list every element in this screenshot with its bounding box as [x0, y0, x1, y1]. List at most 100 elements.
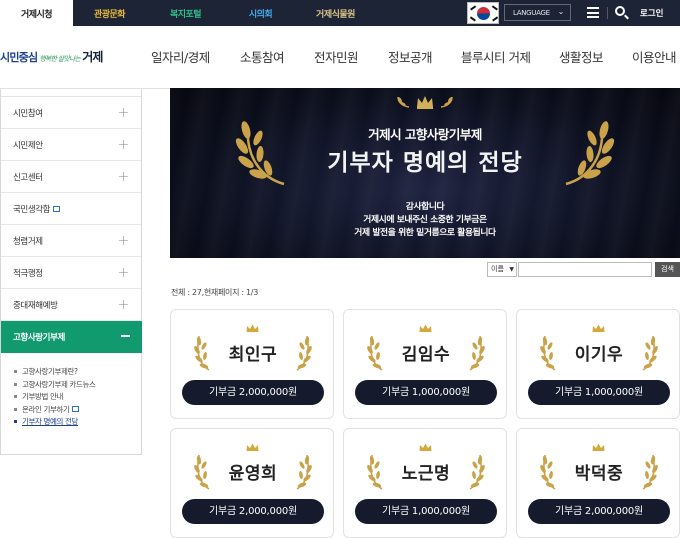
logo-text: 시민중심	[0, 51, 38, 64]
bullet-icon	[14, 407, 17, 411]
plus-icon: +	[117, 233, 130, 249]
donation-amount: 기부금 1,000,000원	[528, 380, 670, 405]
gnb-info-disclosure[interactable]: 정보공개	[388, 47, 433, 66]
tab-city-council[interactable]: 시의회	[224, 0, 297, 26]
language-label: LANGUAGE	[513, 8, 550, 17]
sidebar-item-civic-participation[interactable]: 시민참여 +	[1, 97, 141, 129]
sidebar-nav: 시민참여 + 시민제안 + 신고센터 + 국민생각함 청렴거제 + 적극행정 +…	[0, 89, 142, 455]
gnb-jobs-economy[interactable]: 일자리/경제	[151, 47, 210, 66]
top-utility-bar: 거제시청 관광문화 복지포털 시의회 거제식물원 LANGUAGE ⌄ 로그인	[0, 0, 680, 26]
gnb-user-guide[interactable]: 이용안내	[632, 47, 677, 66]
gnb-living-info[interactable]: 생활정보	[559, 47, 604, 66]
mini-laurel-right-icon	[440, 96, 453, 108]
donation-amount: 기부금 2,000,000원	[182, 380, 324, 405]
bullet-icon	[14, 420, 17, 423]
sidebar-item-label: 청렴거제	[13, 236, 43, 247]
sidebar-item-label: 시민제안	[13, 140, 43, 151]
tab-city-hall[interactable]: 거제시청	[0, 0, 73, 26]
tab-tourism-culture[interactable]: 관광문화	[73, 0, 146, 26]
sidebar-item-hometown-donation[interactable]: 고향사랑기부제	[1, 321, 142, 353]
donor-card: 최인구 기부금 2,000,000원	[170, 309, 334, 419]
donor-card: 윤영희 기부금 2,000,000원	[170, 428, 334, 538]
sub-item-label: 기부자 명예의 전당	[22, 417, 78, 426]
plus-icon: +	[117, 169, 130, 185]
external-link-icon	[72, 405, 80, 412]
korean-flag-icon[interactable]	[467, 2, 499, 24]
bullet-icon	[14, 370, 17, 373]
crown-icon	[246, 324, 259, 332]
sub-item-online-donation[interactable]: 온라인 기부하기	[14, 404, 95, 417]
sidebar-item-citizen-proposal[interactable]: 시민제안 +	[1, 129, 141, 161]
crown-icon	[246, 443, 259, 451]
crown-icon	[419, 324, 432, 332]
sidebar-item-integrity[interactable]: 청렴거제 +	[1, 225, 141, 257]
sidebar-item-label: 적극행정	[13, 268, 43, 279]
crown-icon	[592, 443, 605, 451]
gnb-blue-city[interactable]: 블루시티 거제	[461, 47, 531, 66]
search-button[interactable]: 검색	[655, 262, 680, 277]
gnb-participation[interactable]: 소통참여	[240, 47, 285, 66]
sidebar-item-label: 시민참여	[13, 108, 43, 119]
donor-card: 이기우 기부금 1,000,000원	[516, 309, 680, 419]
chevron-down-icon: ▼	[509, 266, 514, 273]
sidebar-top-item	[1, 89, 141, 97]
sidebar-item-label: 고향사랑기부제	[13, 333, 65, 343]
donation-amount: 기부금 1,000,000원	[355, 499, 497, 524]
sub-item-label: 고향사랑기부제란?	[22, 367, 78, 376]
sub-item-hall-of-fame[interactable]: 기부자 명예의 전당	[14, 416, 95, 429]
mini-laurel-left-icon	[397, 96, 410, 108]
logo-city: 거제	[82, 50, 103, 64]
plus-icon: +	[117, 265, 130, 281]
banner-line-2: 거제시에 보내주신 소중한 기부금은	[363, 215, 487, 225]
sub-item-how-to-donate[interactable]: 기부방법 안내	[14, 391, 95, 404]
donor-card: 김임수 기부금 1,000,000원	[343, 309, 507, 419]
sub-item-label: 온라인 기부하기	[22, 404, 70, 414]
logo-slogan: 행복한 살맛나는	[39, 55, 81, 63]
site-logo[interactable]: 시민중심 행복한 살맛나는 거제	[0, 48, 103, 65]
crown-icon	[592, 324, 605, 332]
bullet-icon	[14, 382, 17, 386]
plus-icon: +	[117, 105, 130, 121]
sub-item-card-news[interactable]: 고향사랑기부제 카드뉴스	[14, 379, 96, 392]
banner-line-3: 거제 발전을 위한 밑거름으로 활용됩니다	[354, 228, 496, 238]
site-header: 시민중심 행복한 살맛나는 거제 일자리/경제 소통참여 전자민원 정보공개 블루시…	[0, 26, 680, 88]
sidebar-item-proactive-admin[interactable]: 적극행정 +	[1, 257, 141, 289]
crown-icon	[419, 443, 432, 451]
tab-welfare-portal[interactable]: 복지포털	[149, 0, 222, 26]
sidebar-item-label: 국민생각함	[13, 204, 51, 215]
search-type-select[interactable]: 이름 ▼	[487, 262, 517, 277]
sidebar-item-national-ideas[interactable]: 국민생각함	[1, 193, 141, 225]
login-link[interactable]: 로그인	[640, 7, 663, 19]
donor-name: 박덕중	[574, 464, 624, 484]
sidebar-item-disaster-prevention[interactable]: 중대재해예방 +	[1, 289, 141, 321]
banner-title: 기부자 명예의 전당	[327, 150, 523, 176]
search-type-value: 이름	[491, 265, 504, 273]
bullet-icon	[14, 395, 17, 398]
donor-name: 김임수	[401, 345, 451, 365]
hall-of-fame-banner: 거제시 고향사랑기부제 기부자 명예의 전당 감사합니다 거제시에 보내주신 소…	[170, 88, 680, 258]
minus-icon	[121, 335, 130, 337]
language-select[interactable]: LANGUAGE ⌄	[504, 4, 571, 21]
sidebar-sub-list: 고향사랑기부제란? 고향사랑기부제 카드뉴스 기부방법 안내 온라인 기부하기 …	[14, 366, 96, 429]
donation-amount: 기부금 1,000,000원	[355, 380, 497, 405]
divider	[607, 7, 608, 19]
sub-item-about[interactable]: 고향사랑기부제란?	[14, 366, 95, 379]
banner-thanks: 감사합니다	[405, 202, 445, 212]
donor-card: 박덕중 기부금 2,000,000원	[516, 428, 680, 538]
search-input[interactable]	[518, 262, 652, 277]
search-icon[interactable]	[615, 6, 625, 16]
plus-icon: +	[117, 137, 130, 153]
gnb-civil-service[interactable]: 전자민원	[314, 47, 359, 66]
total-count: 전체 : 27,현재페이지 : 1/3	[171, 288, 258, 297]
plus-icon: +	[117, 297, 130, 313]
external-link-icon	[53, 205, 61, 212]
donor-name: 윤영희	[228, 464, 278, 484]
menu-icon[interactable]	[587, 7, 599, 18]
donation-amount: 기부금 2,000,000원	[528, 499, 670, 524]
donor-name: 노근명	[401, 464, 451, 484]
sidebar-item-report-center[interactable]: 신고센터 +	[1, 161, 141, 193]
chevron-down-icon: ⌄	[557, 7, 565, 16]
donation-amount: 기부금 2,000,000원	[182, 499, 324, 524]
tab-botanical-garden[interactable]: 거제식물원	[299, 0, 372, 26]
sidebar-item-label: 중대재해예방	[13, 300, 58, 311]
